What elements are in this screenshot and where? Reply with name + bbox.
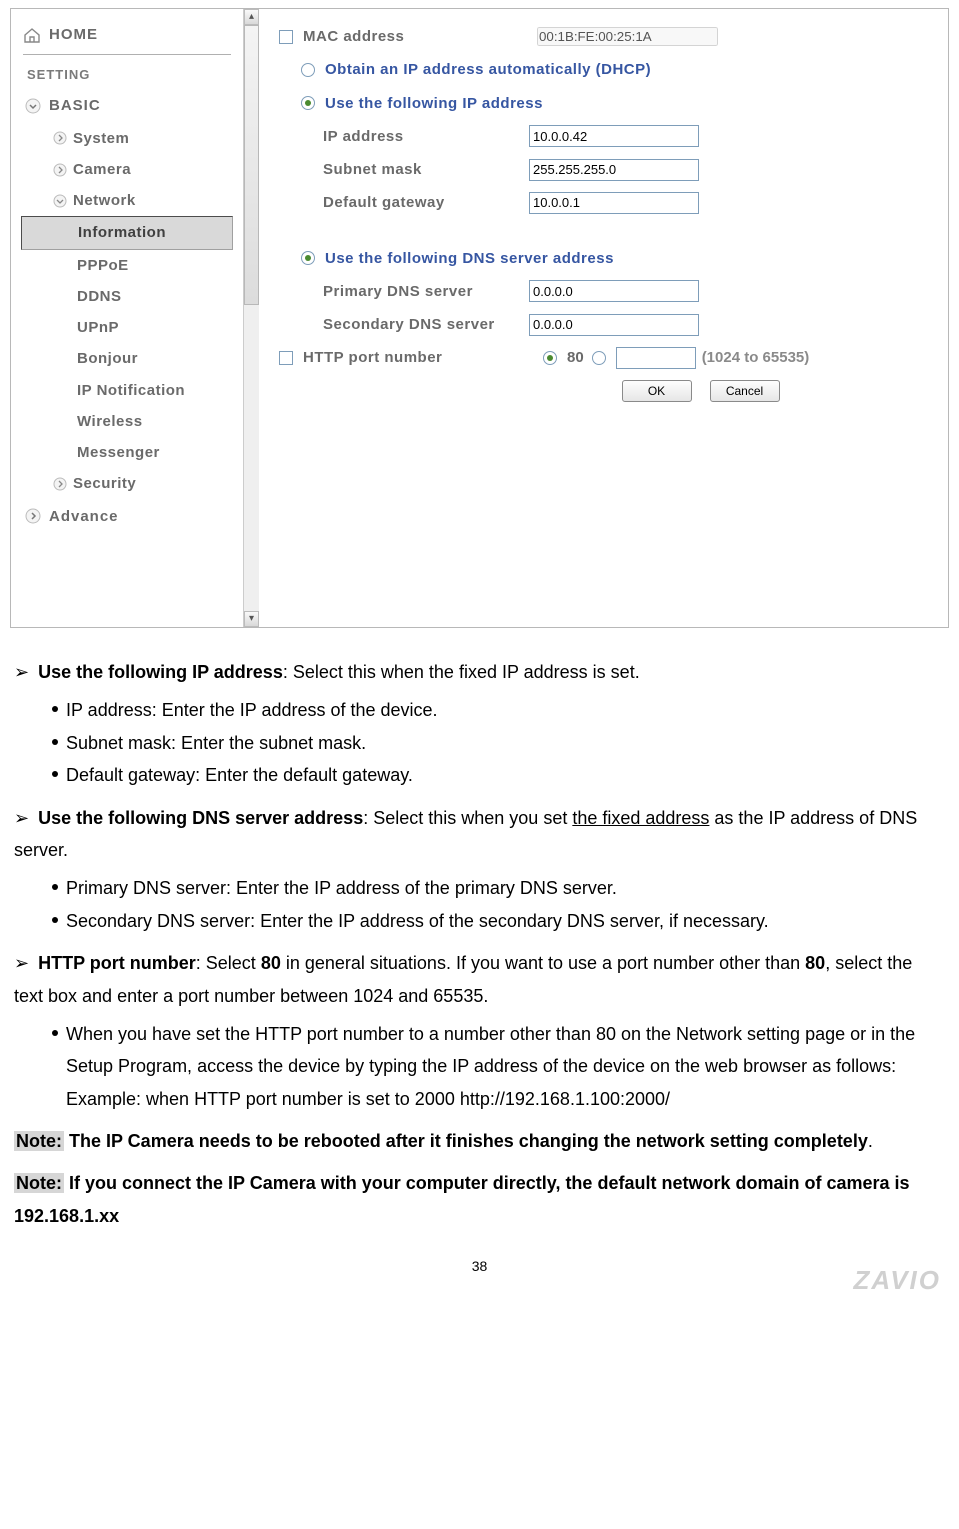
ip-label: IP address bbox=[279, 125, 529, 148]
port-80-label: 80 bbox=[567, 346, 584, 369]
bullet-subnet: Subnet mask: Enter the subnet mask. bbox=[66, 727, 945, 759]
sidebar-item-camera[interactable]: Camera bbox=[17, 154, 237, 185]
bullet-dns2: Secondary DNS server: Enter the IP addre… bbox=[66, 905, 945, 937]
settings-screenshot: HOME SETTING BASIC System Camera Network… bbox=[10, 8, 949, 628]
page-number: 38 bbox=[14, 1256, 945, 1278]
basic-label: BASIC bbox=[49, 94, 101, 117]
radio-usedns[interactable] bbox=[301, 251, 315, 265]
sidebar-item-information[interactable]: Information bbox=[21, 216, 233, 249]
mac-label: MAC address bbox=[303, 25, 537, 48]
scroll-down-button[interactable]: ▾ bbox=[244, 611, 259, 627]
sidebar-item-bonjour[interactable]: Bonjour bbox=[17, 343, 237, 374]
dns1-label: Primary DNS server bbox=[279, 280, 529, 303]
radio-port-80[interactable] bbox=[543, 351, 557, 365]
sidebar-item-messenger[interactable]: Messenger bbox=[17, 437, 237, 468]
bullet-http: When you have set the HTTP port number t… bbox=[66, 1018, 945, 1115]
chevron-right-icon bbox=[53, 477, 67, 491]
sidebar-item-system[interactable]: System bbox=[17, 123, 237, 154]
sidebar-item-network[interactable]: Network bbox=[17, 185, 237, 216]
setting-heading: SETTING bbox=[17, 65, 237, 89]
usedns-row[interactable]: Use the following DNS server address bbox=[279, 247, 942, 270]
para-http: ➢ HTTP port number: Select 80 in general… bbox=[14, 947, 945, 1012]
port-hint: (1024 to 65535) bbox=[702, 346, 810, 369]
sidebar-item-upnp[interactable]: UPnP bbox=[17, 312, 237, 343]
button-row: OK Cancel bbox=[459, 380, 942, 402]
subnet-row: Subnet mask bbox=[279, 158, 942, 181]
dns1-row: Primary DNS server bbox=[279, 280, 942, 303]
sidebar-item-security[interactable]: Security bbox=[17, 468, 237, 499]
radio-useip[interactable] bbox=[301, 96, 315, 110]
chevron-right-icon bbox=[53, 131, 67, 145]
mac-checkbox[interactable] bbox=[279, 30, 293, 44]
chevron-right-icon bbox=[53, 163, 67, 177]
gw-label: Default gateway bbox=[279, 191, 529, 214]
scroll-up-button[interactable]: ▴ bbox=[244, 9, 259, 25]
divider bbox=[23, 54, 231, 55]
main-panel: MAC address Obtain an IP address automat… bbox=[259, 9, 948, 627]
sidebar-item-wireless[interactable]: Wireless bbox=[17, 406, 237, 437]
http-row: HTTP port number 80 (1024 to 65535) bbox=[279, 346, 942, 369]
ok-button[interactable]: OK bbox=[622, 380, 692, 402]
ip-row: IP address bbox=[279, 125, 942, 148]
http-label: HTTP port number bbox=[303, 346, 537, 369]
scroll-track[interactable] bbox=[244, 25, 259, 611]
chevron-down-icon bbox=[25, 98, 41, 114]
sidebar-basic[interactable]: BASIC bbox=[17, 89, 237, 122]
ip-input[interactable] bbox=[529, 125, 699, 147]
subnet-input[interactable] bbox=[529, 159, 699, 181]
para-usedns: ➢ Use the following DNS server address: … bbox=[14, 802, 945, 867]
sidebar-scrollbar[interactable]: ▴ ▾ bbox=[243, 9, 259, 627]
chevron-right-icon bbox=[25, 508, 41, 524]
mac-input bbox=[537, 27, 718, 46]
subnet-label: Subnet mask bbox=[279, 158, 529, 181]
note1: Note: The IP Camera needs to be rebooted… bbox=[14, 1125, 945, 1157]
radio-dhcp[interactable] bbox=[301, 63, 315, 77]
sidebar: HOME SETTING BASIC System Camera Network… bbox=[11, 9, 243, 627]
bullet-dns1: Primary DNS server: Enter the IP address… bbox=[66, 872, 945, 904]
scroll-thumb[interactable] bbox=[244, 25, 259, 305]
sidebar-item-ddns[interactable]: DDNS bbox=[17, 281, 237, 312]
dns1-input[interactable] bbox=[529, 280, 699, 302]
home-label: HOME bbox=[49, 23, 98, 46]
chevron-down-icon bbox=[53, 194, 67, 208]
dns2-label: Secondary DNS server bbox=[279, 313, 529, 336]
brand-logo: ZAVIO bbox=[853, 1260, 941, 1300]
bullets-ip: IP address: Enter the IP address of the … bbox=[14, 694, 945, 791]
home-icon bbox=[23, 27, 41, 43]
cancel-button[interactable]: Cancel bbox=[710, 380, 780, 402]
dhcp-label: Obtain an IP address automatically (DHCP… bbox=[325, 58, 651, 81]
dns2-row: Secondary DNS server bbox=[279, 313, 942, 336]
dns2-input[interactable] bbox=[529, 314, 699, 336]
sidebar-home[interactable]: HOME bbox=[17, 15, 237, 52]
useip-label: Use the following IP address bbox=[325, 92, 543, 115]
dhcp-row[interactable]: Obtain an IP address automatically (DHCP… bbox=[279, 58, 942, 81]
bullets-dns: Primary DNS server: Enter the IP address… bbox=[14, 872, 945, 937]
useip-row[interactable]: Use the following IP address bbox=[279, 92, 942, 115]
bullets-http: When you have set the HTTP port number t… bbox=[14, 1018, 945, 1115]
sidebar-advance[interactable]: Advance bbox=[17, 500, 237, 533]
gw-input[interactable] bbox=[529, 192, 699, 214]
gw-row: Default gateway bbox=[279, 191, 942, 214]
para-useip: ➢ Use the following IP address: Select t… bbox=[14, 656, 945, 688]
note2: Note: If you connect the IP Camera with … bbox=[14, 1167, 945, 1232]
http-checkbox[interactable] bbox=[279, 351, 293, 365]
bullet-gateway: Default gateway: Enter the default gatew… bbox=[66, 759, 945, 791]
sidebar-item-pppoe[interactable]: PPPoE bbox=[17, 250, 237, 281]
sidebar-item-ipnotif[interactable]: IP Notification bbox=[17, 375, 237, 406]
port-custom-input[interactable] bbox=[616, 347, 696, 369]
usedns-label: Use the following DNS server address bbox=[325, 247, 614, 270]
radio-port-custom[interactable] bbox=[592, 351, 606, 365]
mac-row: MAC address bbox=[279, 25, 942, 48]
bullet-ip: IP address: Enter the IP address of the … bbox=[66, 694, 945, 726]
document-body: ➢ Use the following IP address: Select t… bbox=[0, 656, 959, 1308]
